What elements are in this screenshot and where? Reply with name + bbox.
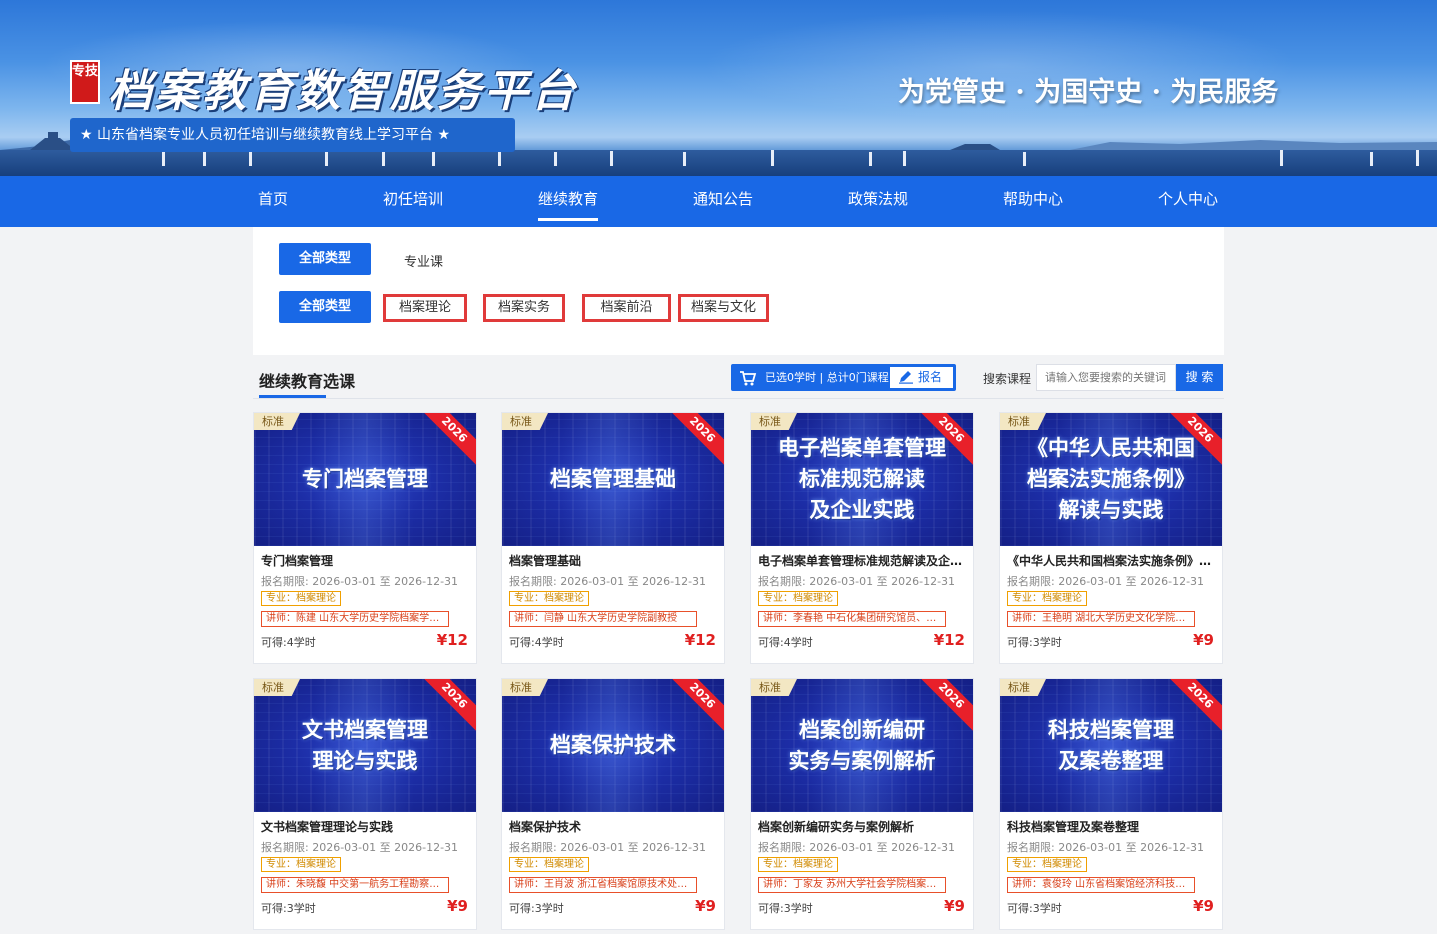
course-thumbnail-title: 科技档案管理 及案卷整理 xyxy=(1048,717,1174,773)
section-divider xyxy=(253,398,1224,399)
course-card[interactable]: 专门档案管理 标准 2026 专门档案管理 报名期限: 2026-03-01 至… xyxy=(253,412,477,664)
nav-item-help-center[interactable]: 帮助中心 xyxy=(1003,176,1063,227)
course-thumbnail-title: 档案创新编研 实务与案例解析 xyxy=(788,717,936,773)
course-price: ¥9 xyxy=(695,897,716,915)
course-price: ¥9 xyxy=(944,897,965,915)
filter-option-archive-practice[interactable]: 档案实务 xyxy=(483,294,565,322)
course-major-tag: 专业：档案理论 xyxy=(758,857,838,872)
course-name[interactable]: 《中华人民共和国档案法实施条例》解读与实践 xyxy=(1007,552,1217,569)
course-name[interactable]: 专门档案管理 xyxy=(261,552,471,569)
course-thumbnail-title: 专门档案管理 xyxy=(302,467,428,491)
course-major-tag: 专业：档案理论 xyxy=(758,591,838,606)
course-hours: 可得:3学时 xyxy=(509,902,564,915)
search-button[interactable]: 搜 索 xyxy=(1176,364,1223,391)
course-major-tag: 专业：档案理论 xyxy=(1007,591,1087,606)
header-banner: 专技 档案教育数智服务平台 ★ 山东省档案专业人员初任培训与继续教育线上学习平台… xyxy=(0,0,1437,176)
course-card[interactable]: 科技档案管理 及案卷整理 标准 2026 科技档案管理及案卷整理 报名期限: 2… xyxy=(999,678,1223,930)
slogan: 为党管史 · 为国守史 · 为民服务 xyxy=(898,77,1279,108)
course-enroll-period: 报名期限: 2026-03-01 至 2026-12-31 xyxy=(1007,841,1205,854)
course-price: ¥9 xyxy=(1193,897,1214,915)
course-teacher-tag: 讲师：朱晓馥 中交第一航务工程勘察设计院 xyxy=(261,877,449,893)
filter-option-archive-culture[interactable]: 档案与文化 xyxy=(678,294,769,322)
nav-item-continuing-education[interactable]: 继续教育 xyxy=(538,176,599,227)
course-teacher-tag: 讲师：丁家友 苏州大学社会学院档案与电子政务系 xyxy=(758,877,946,893)
course-thumbnail-title: 文书档案管理 理论与实践 xyxy=(302,717,428,773)
course-price: ¥9 xyxy=(447,897,468,915)
search-input[interactable] xyxy=(1036,364,1176,391)
filter-option-archive-theory[interactable]: 档案理论 xyxy=(383,294,467,322)
cart-summary[interactable]: 已选0学时 | 总计0门课程 报名 xyxy=(731,364,956,391)
course-name[interactable]: 档案保护技术 xyxy=(509,818,719,835)
course-enroll-period: 报名期限: 2026-03-01 至 2026-12-31 xyxy=(509,575,707,588)
course-teacher-tag: 讲师：王艳明 湖北大学历史文化学院教授 xyxy=(1007,611,1195,627)
filter-all-types-button[interactable]: 全部类型 xyxy=(279,243,371,275)
course-hours: 可得:3学时 xyxy=(261,902,316,915)
course-teacher-tag: 讲师：闫静 山东大学历史学院副教授 xyxy=(509,611,697,627)
course-teacher-tag: 讲师：陈建 山东大学历史学院档案学系教授 xyxy=(261,611,449,627)
course-enroll-period: 报名期限: 2026-03-01 至 2026-12-31 xyxy=(261,575,459,588)
course-hours: 可得:3学时 xyxy=(1007,902,1062,915)
course-thumbnail-title: 《中华人民共和国 档案法实施条例》 解读与实践 xyxy=(1027,436,1195,522)
course-hours: 可得:3学时 xyxy=(758,902,813,915)
site-title: 档案教育数智服务平台 xyxy=(108,66,578,117)
course-name[interactable]: 文书档案管理理论与实践 xyxy=(261,818,471,835)
filter-panel: 全部类型 专业课 全部类型 档案理论 档案实务 档案前沿 档案与文化 xyxy=(253,227,1224,355)
course-card[interactable]: 文书档案管理 理论与实践 标准 2026 文书档案管理理论与实践 报名期限: 2… xyxy=(253,678,477,930)
course-price: ¥12 xyxy=(933,631,965,649)
nav-item-personal-center[interactable]: 个人中心 xyxy=(1158,176,1218,227)
course-hours: 可得:3学时 xyxy=(1007,636,1062,649)
course-name[interactable]: 电子档案单套管理标准规范解读及企业实践 xyxy=(758,552,968,569)
main-nav: 首页 初任培训 继续教育 通知公告 政策法规 帮助中心 个人中心 xyxy=(0,176,1437,227)
course-card[interactable]: 电子档案单套管理 标准规范解读 及企业实践 标准 2026 电子档案单套管理标准… xyxy=(750,412,974,664)
course-card[interactable]: 《中华人民共和国 档案法实施条例》 解读与实践 标准 2026 《中华人民共和国… xyxy=(999,412,1223,664)
filter-all-subtypes-button[interactable]: 全部类型 xyxy=(279,291,371,323)
course-hours: 可得:4学时 xyxy=(509,636,564,649)
nav-item-policies[interactable]: 政策法规 xyxy=(848,176,908,227)
cart-summary-text: 已选0学时 | 总计0门课程 xyxy=(765,371,889,384)
course-thumbnail-title: 电子档案单套管理 标准规范解读 及企业实践 xyxy=(778,436,946,522)
course-hours: 可得:4学时 xyxy=(261,636,316,649)
enroll-button-label: 报名 xyxy=(918,370,943,384)
course-enroll-period: 报名期限: 2026-03-01 至 2026-12-31 xyxy=(509,841,707,854)
nav-item-notices[interactable]: 通知公告 xyxy=(693,176,753,227)
course-major-tag: 专业：档案理论 xyxy=(509,857,589,872)
search-label: 搜索课程 xyxy=(983,372,1032,386)
course-price: ¥12 xyxy=(684,631,716,649)
course-hours: 可得:4学时 xyxy=(758,636,813,649)
cart-icon xyxy=(740,371,757,386)
course-teacher-tag: 讲师：王肖波 浙江省档案馆原技术处处长 xyxy=(509,877,697,893)
edit-icon xyxy=(899,371,913,384)
course-price: ¥9 xyxy=(1193,631,1214,649)
course-enroll-period: 报名期限: 2026-03-01 至 2026-12-31 xyxy=(758,841,956,854)
course-card[interactable]: 档案创新编研 实务与案例解析 标准 2026 档案创新编研实务与案例解析 报名期… xyxy=(750,678,974,930)
course-price: ¥12 xyxy=(436,631,468,649)
course-name[interactable]: 科技档案管理及案卷整理 xyxy=(1007,818,1217,835)
course-name[interactable]: 档案创新编研实务与案例解析 xyxy=(758,818,968,835)
logo-seal: 专技 xyxy=(70,60,100,104)
nav-item-home[interactable]: 首页 xyxy=(258,176,288,227)
course-thumbnail-title: 档案保护技术 xyxy=(550,733,676,757)
nav-item-initial-training[interactable]: 初任培训 xyxy=(383,176,443,227)
course-major-tag: 专业：档案理论 xyxy=(509,591,589,606)
site-subtitle: ★ 山东省档案专业人员初任培训与继续教育线上学习平台 ★ xyxy=(70,118,515,152)
section-title: 继续教育选课 xyxy=(259,372,356,391)
course-card[interactable]: 档案保护技术 标准 2026 档案保护技术 报名期限: 2026-03-01 至… xyxy=(501,678,725,930)
filter-option-archive-frontier[interactable]: 档案前沿 xyxy=(582,294,671,322)
course-major-tag: 专业：档案理论 xyxy=(261,591,341,606)
course-card[interactable]: 档案管理基础 标准 2026 档案管理基础 报名期限: 2026-03-01 至… xyxy=(501,412,725,664)
course-teacher-tag: 讲师：李春艳 中石化集团研究馆员、国家档案局专家 xyxy=(758,611,946,627)
course-major-tag: 专业：档案理论 xyxy=(261,857,341,872)
course-teacher-tag: 讲师：袁俊玲 山东省档案馆经济科技档案处 xyxy=(1007,877,1195,893)
course-enroll-period: 报名期限: 2026-03-01 至 2026-12-31 xyxy=(758,575,956,588)
course-thumbnail-title: 档案管理基础 xyxy=(550,467,676,491)
filter-option-professional[interactable]: 专业课 xyxy=(404,251,443,270)
course-enroll-period: 报名期限: 2026-03-01 至 2026-12-31 xyxy=(261,841,459,854)
course-name[interactable]: 档案管理基础 xyxy=(509,552,719,569)
course-enroll-period: 报名期限: 2026-03-01 至 2026-12-31 xyxy=(1007,575,1205,588)
course-major-tag: 专业：档案理论 xyxy=(1007,857,1087,872)
enroll-button[interactable]: 报名 xyxy=(890,367,953,388)
